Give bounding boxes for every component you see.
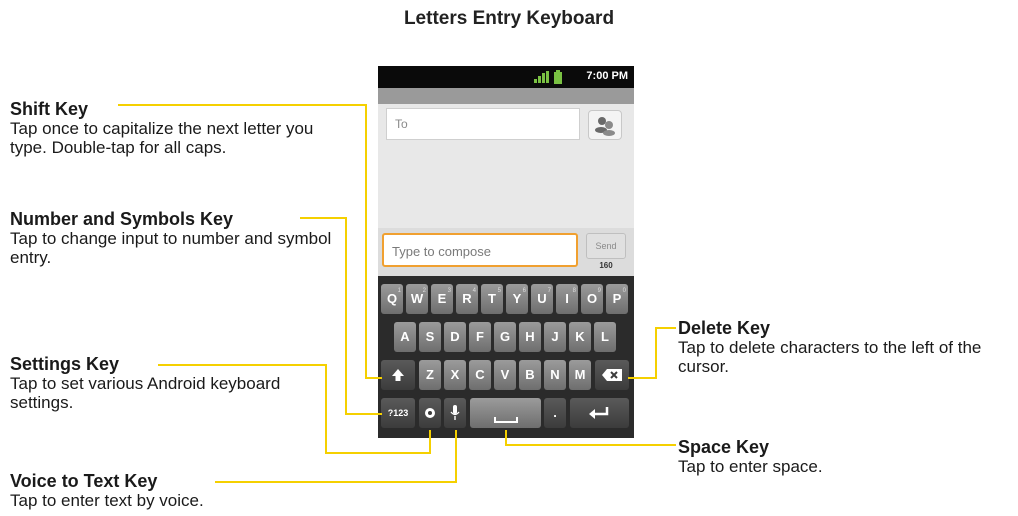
leader-settings xyxy=(158,364,431,454)
leader-voice xyxy=(215,430,457,483)
leader-numbers xyxy=(300,217,382,415)
leader-space xyxy=(505,430,676,446)
leader-delete xyxy=(628,327,676,379)
leader-shift xyxy=(118,104,382,379)
callout-leader-lines xyxy=(118,104,676,483)
